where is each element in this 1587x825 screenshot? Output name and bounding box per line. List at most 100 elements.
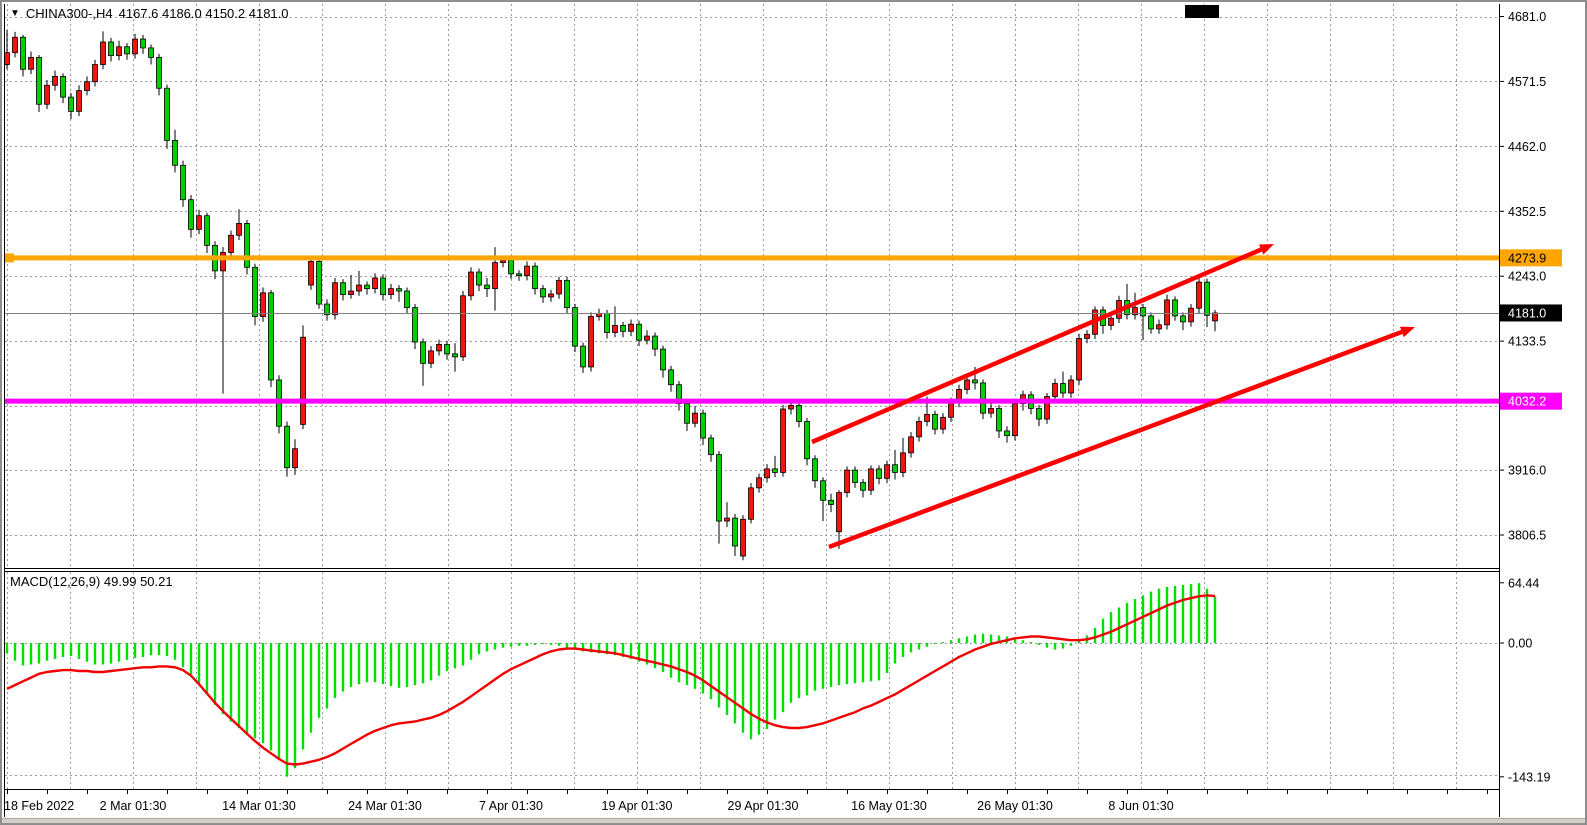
bull-candle bbox=[85, 82, 90, 91]
macd-histogram-bar bbox=[982, 634, 984, 643]
bear-candle bbox=[637, 324, 642, 340]
bear-candle bbox=[1149, 316, 1154, 329]
chart-title: ▼ CHINA300-,H4 4167.6 4186.0 4150.2 4181.0 bbox=[10, 6, 289, 21]
chart-canvas[interactable]: 4681.04571.54462.04352.54243.04133.53916… bbox=[2, 2, 1587, 825]
bull-candle bbox=[349, 291, 354, 295]
macd-histogram-bar bbox=[846, 643, 848, 684]
bear-candle bbox=[805, 421, 810, 458]
resistance-price-tag-text: 4273.9 bbox=[1508, 251, 1546, 265]
macd-histogram-bar bbox=[38, 643, 40, 664]
bear-candle bbox=[813, 459, 818, 481]
bear-candle bbox=[773, 469, 778, 473]
macd-histogram-bar bbox=[14, 643, 16, 661]
bull-candle bbox=[1077, 338, 1082, 380]
bull-candle bbox=[437, 344, 442, 351]
bear-candle bbox=[1005, 431, 1010, 436]
bear-candle bbox=[1181, 316, 1186, 322]
chart-window: ▼ CHINA300-,H4 4167.6 4186.0 4150.2 4181.0… bbox=[0, 0, 1587, 825]
macd-histogram-bar bbox=[446, 643, 448, 671]
symbol-period-label: CHINA300-,H4 bbox=[26, 6, 113, 21]
time-axis-label: 18 Feb 2022 bbox=[4, 799, 74, 813]
symbol-dropdown-icon[interactable]: ▼ bbox=[10, 9, 20, 19]
bear-candle bbox=[109, 42, 114, 56]
macd-histogram-bar bbox=[878, 643, 880, 680]
bull-candle bbox=[461, 296, 466, 357]
macd-histogram-bar bbox=[750, 643, 752, 739]
macd-histogram-bar bbox=[238, 643, 240, 728]
bull-candle bbox=[1213, 313, 1218, 321]
macd-histogram-bar bbox=[854, 643, 856, 683]
price-axis-label: 4462.0 bbox=[1508, 140, 1546, 154]
macd-histogram-bar bbox=[182, 643, 184, 667]
bear-candle bbox=[485, 285, 490, 289]
bear-candle bbox=[149, 48, 154, 57]
bear-candle bbox=[853, 470, 858, 482]
price-axis[interactable]: 4681.04571.54462.04352.54243.04133.53916… bbox=[1499, 2, 1587, 818]
bull-candle bbox=[949, 402, 954, 417]
macd-histogram-bar bbox=[526, 643, 528, 646]
bull-candle bbox=[629, 324, 634, 331]
macd-histogram-bar bbox=[798, 643, 800, 698]
bear-candle bbox=[981, 383, 986, 413]
resistance-line-anchor[interactable] bbox=[5, 253, 14, 262]
macd-histogram-bar bbox=[166, 643, 168, 656]
macd-histogram-bar bbox=[518, 643, 520, 646]
bear-candle bbox=[621, 325, 626, 331]
macd-histogram-bar bbox=[6, 643, 8, 653]
macd-histogram-bar bbox=[1038, 643, 1040, 645]
macd-histogram-bar bbox=[366, 643, 368, 682]
bull-candle bbox=[1157, 325, 1162, 329]
bull-candle bbox=[989, 408, 994, 413]
macd-histogram-bar bbox=[422, 643, 424, 683]
ohlc-values-label: 4167.6 4186.0 4150.2 4181.0 bbox=[119, 6, 289, 21]
bull-candle bbox=[909, 437, 914, 453]
macd-histogram-bar bbox=[1054, 643, 1056, 650]
macd-histogram-bar bbox=[694, 643, 696, 689]
macd-histogram-bar bbox=[214, 643, 216, 705]
macd-histogram-bar bbox=[270, 643, 272, 750]
macd-histogram-bar bbox=[118, 643, 120, 662]
bear-candle bbox=[605, 314, 610, 333]
bull-candle bbox=[901, 453, 906, 473]
macd-histogram-bar bbox=[54, 643, 56, 659]
macd-histogram-bar bbox=[910, 643, 912, 652]
price-axis-background[interactable] bbox=[1500, 2, 1587, 818]
macd-histogram-bar bbox=[1206, 589, 1208, 643]
bull-candle bbox=[1013, 404, 1018, 436]
macd-histogram-bar bbox=[1174, 586, 1176, 643]
macd-histogram-bar bbox=[1062, 643, 1064, 649]
macd-histogram-bar bbox=[534, 643, 536, 645]
macd-histogram-bar bbox=[102, 643, 104, 664]
macd-histogram-bar bbox=[278, 643, 280, 759]
time-axis-label: 24 Mar 01:30 bbox=[348, 799, 422, 813]
bear-candle bbox=[581, 346, 586, 367]
bull-candle bbox=[1109, 318, 1114, 325]
macd-histogram-bar bbox=[174, 643, 176, 660]
macd-histogram-bar bbox=[1102, 619, 1104, 643]
macd-histogram-bar bbox=[678, 643, 680, 682]
time-axis-label: 14 Mar 01:30 bbox=[222, 799, 296, 813]
bear-candle bbox=[205, 216, 210, 246]
macd-histogram-bar bbox=[918, 643, 920, 650]
macd-histogram-bar bbox=[430, 643, 432, 680]
bear-candle bbox=[533, 266, 538, 289]
macd-histogram-bar bbox=[390, 643, 392, 686]
bull-candle bbox=[77, 91, 82, 112]
macd-histogram-bar bbox=[934, 643, 936, 644]
bear-candle bbox=[653, 336, 658, 349]
bull-candle bbox=[221, 252, 226, 270]
bull-candle bbox=[13, 37, 18, 52]
macd-histogram-bar bbox=[30, 643, 32, 664]
bull-candle bbox=[1053, 384, 1058, 397]
bear-candle bbox=[685, 404, 690, 424]
macd-histogram-bar bbox=[990, 635, 992, 643]
bear-candle bbox=[245, 223, 250, 267]
bull-candle bbox=[293, 449, 298, 468]
bull-candle bbox=[93, 65, 98, 82]
bear-candle bbox=[565, 280, 570, 307]
bear-candle bbox=[165, 88, 170, 140]
bear-candle bbox=[829, 500, 834, 504]
chart-corner-button[interactable] bbox=[1185, 5, 1219, 18]
bear-candle bbox=[861, 483, 866, 491]
bear-candle bbox=[181, 165, 186, 199]
